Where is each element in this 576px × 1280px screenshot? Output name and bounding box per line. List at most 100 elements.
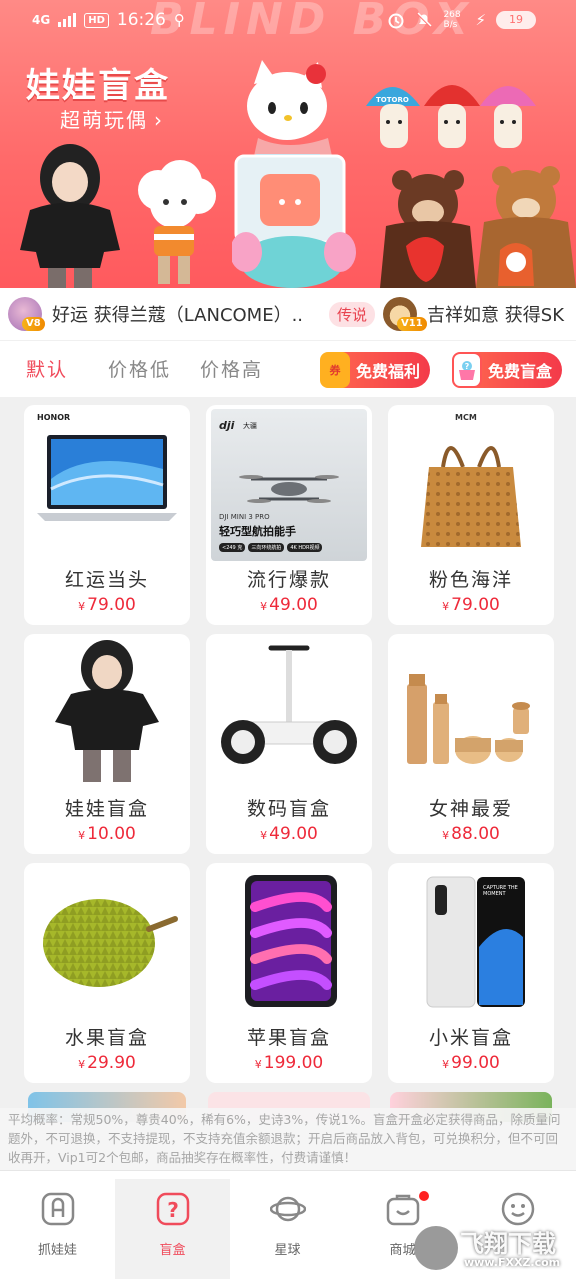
doll-toy [20, 144, 120, 288]
product-image-laptop: HONOR [29, 409, 185, 561]
rarity-badge: 传说 [329, 301, 376, 327]
claw-machine-icon [41, 1192, 74, 1226]
usb-icon: ⚲ [173, 11, 185, 29]
feature-chips: <249 克 三向环绕航拍 4K HDR视频 [219, 543, 323, 552]
product-card[interactable]: 女神最爱 ¥88.00 [388, 634, 554, 854]
notification-dot [419, 1191, 429, 1201]
winner-ticker: V8 好运 获得兰蔻（LANCOME）.. 传说 V11 吉祥如意 获得SK [0, 288, 576, 340]
price-value: 10.00 [87, 824, 136, 844]
product-card[interactable]: 水果盲盒 ¥29.90 [24, 863, 190, 1083]
product-price: ¥49.00 [206, 824, 372, 844]
probability-notice: 平均概率：常规50%，尊贵40%，稀有6%，史诗3%，传说1%。盲盒开盒必定获得… [0, 1108, 576, 1170]
phone-screen-text: CAPTURE THE MOMENT [483, 885, 518, 897]
price-value: 99.00 [451, 1053, 500, 1073]
watermark-url: www.FXXZ.com [464, 1256, 561, 1269]
avatar: V8 [8, 297, 45, 331]
battery-indicator: 19 [496, 11, 536, 29]
product-card[interactable]: 娃娃盲盒 ¥10.00 [24, 634, 190, 854]
mushroom-tag: TOTORO [376, 96, 409, 104]
product-image-bag: MCM [393, 409, 549, 561]
product-name: 女神最爱 [428, 798, 513, 820]
brand-logo: HONOR [37, 413, 71, 422]
hero-banner[interactable]: BLIND BOX 4G HD 16:26 ⚲ 268 B/s ⚡ 19 娃娃盲… [0, 0, 576, 288]
kitty-toy [232, 60, 356, 288]
product-price: ¥79.00 [388, 595, 554, 615]
tab-price-high[interactable]: 价格高 [200, 355, 263, 382]
feature-chip: 4K HDR视频 [287, 543, 323, 552]
bear-toys [380, 166, 576, 288]
svg-text:?: ? [465, 362, 470, 371]
product-card[interactable]: 苹果盲盒 ¥199.00 [206, 863, 372, 1083]
product-image-ipad [211, 867, 367, 1019]
free-blindbox-label: 免费盲盒 [488, 362, 553, 381]
mushroom-toys [366, 85, 536, 148]
price-value: 49.00 [269, 824, 318, 844]
price-value: 49.00 [269, 595, 318, 615]
currency-symbol: ¥ [260, 829, 268, 842]
product-name: 粉色海洋 [428, 569, 513, 591]
price-value: 79.00 [87, 595, 136, 615]
product-name: 水果盲盒 [64, 1027, 149, 1049]
shop-icon [386, 1194, 419, 1226]
chevron-right-icon: › [154, 108, 164, 132]
product-image-scooter [211, 638, 367, 790]
product-name: 苹果盲盒 [246, 1027, 331, 1049]
feature-chip: <249 克 [219, 543, 246, 552]
currency-symbol: ¥ [260, 600, 268, 613]
product-price: ¥10.00 [24, 824, 190, 844]
product-card[interactable]: 数码盲盒 ¥49.00 [206, 634, 372, 854]
product-price: ¥79.00 [24, 595, 190, 615]
product-card[interactable]: HONOR 红运当头 ¥79.00 [24, 405, 190, 625]
price-value: 29.90 [87, 1053, 136, 1073]
nav-blind-box[interactable]: ? 盲盒 [115, 1179, 230, 1279]
product-price: ¥99.00 [388, 1053, 554, 1073]
product-image-drone: dji 大疆 DJI MINI 3 PRO 轻巧型航拍能手 <249 克 三向环… [211, 409, 367, 561]
nav-label: 抓娃娃 [37, 1243, 77, 1258]
free-welfare-label: 免费福利 [356, 362, 421, 381]
coupon-icon-text: 券 [329, 364, 341, 377]
banner-subtitle: 超萌玩偶 [60, 108, 148, 132]
feature-chip: 三向环绕航拍 [248, 543, 285, 552]
wifi-icon: ⚡ [475, 11, 486, 29]
app-screen: BLIND BOX 4G HD 16:26 ⚲ 268 B/s ⚡ 19 娃娃盲… [0, 0, 576, 1280]
free-welfare-button[interactable]: 券 免费福利 [320, 352, 430, 388]
product-card[interactable]: CAPTURE THE MOMENT 小米盲盒 ¥99.00 [388, 863, 554, 1083]
product-price: ¥29.90 [24, 1053, 190, 1073]
product-image-cosmetics [393, 638, 549, 790]
product-price: ¥199.00 [206, 1053, 372, 1073]
free-blindbox-button[interactable]: ? 免费盲盒 [452, 352, 562, 388]
product-price: ¥49.00 [206, 595, 372, 615]
ticker-item: 传说 V11 吉祥如意 获得SK [303, 297, 564, 331]
price-value: 199.00 [263, 1053, 324, 1073]
nav-label: 星球 [274, 1243, 301, 1258]
gift-box-icon: ? [452, 352, 482, 388]
banner-title: 娃娃盲盒 [26, 66, 170, 106]
sort-bar: 默认 价格低 价格高 券 免费福利 ? 免费盲盒 [0, 341, 576, 397]
product-price: ¥88.00 [388, 824, 554, 844]
cloud-toy [138, 160, 216, 284]
watermark-logo [414, 1226, 458, 1270]
product-image-durian [29, 867, 185, 1019]
clock: 16:26 [116, 10, 166, 30]
nav-claw-machine[interactable]: 抓娃娃 [0, 1179, 115, 1279]
avatar: V11 [383, 297, 427, 331]
ticker-text: 好运 获得兰蔻（LANCOME）.. [52, 305, 304, 326]
brand-logo: MCM [455, 413, 477, 422]
nav-planet[interactable]: 星球 [230, 1179, 345, 1279]
product-card[interactable]: dji 大疆 DJI MINI 3 PRO 轻巧型航拍能手 <249 克 三向环… [206, 405, 372, 625]
vip-badge: V11 [397, 317, 427, 331]
tab-price-low[interactable]: 价格低 [108, 355, 171, 382]
currency-symbol: ¥ [78, 829, 86, 842]
ticker-item: V8 好运 获得兰蔻（LANCOME）.. [8, 297, 303, 331]
status-bar: 4G HD 16:26 ⚲ 268 B/s ⚡ 19 [0, 0, 576, 44]
ticker-text: 吉祥如意 获得SK [427, 305, 564, 326]
currency-symbol: ¥ [78, 600, 86, 613]
product-image-doll [29, 638, 185, 790]
currency-symbol: ¥ [442, 600, 450, 613]
banner-subtitle-link[interactable]: 超萌玩偶 › [60, 104, 164, 133]
hd-badge: HD [84, 12, 109, 28]
product-image-phone: CAPTURE THE MOMENT [393, 867, 549, 1019]
tab-default[interactable]: 默认 [26, 355, 68, 382]
product-card[interactable]: MCM 粉色海洋 ¥79.00 [388, 405, 554, 625]
blind-box-icon: ? [156, 1192, 189, 1226]
